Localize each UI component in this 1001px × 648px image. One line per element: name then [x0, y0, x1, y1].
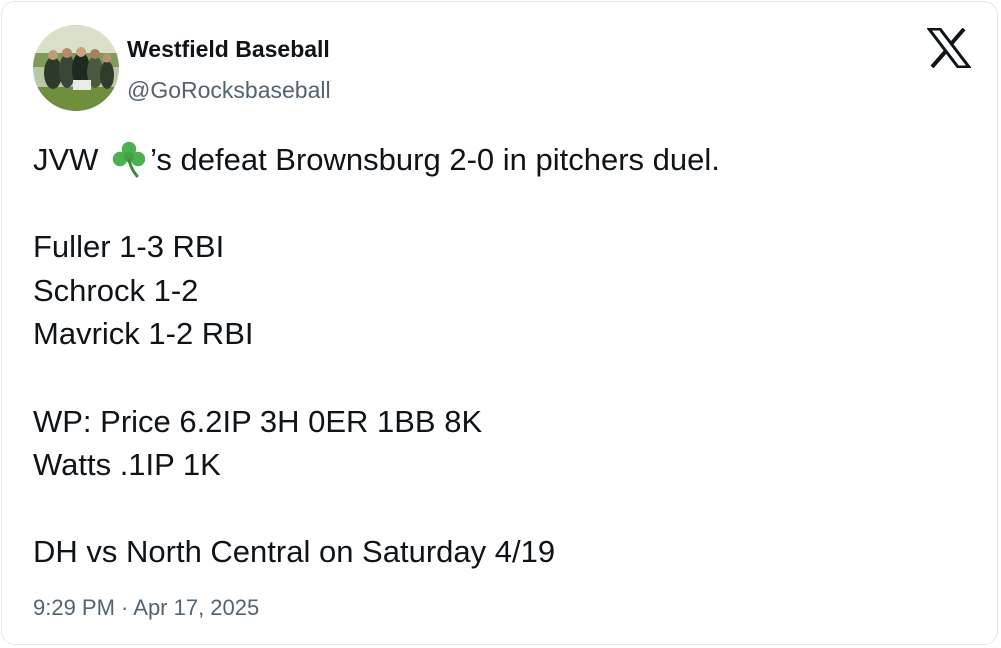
pitching-line-1: WP: Price 6.2IP 3H 0ER 1BB 8K	[33, 403, 483, 439]
next-game-line: DH vs North Central on Saturday 4/19	[33, 534, 556, 570]
pitching-line-2: Watts .1IP 1K	[33, 447, 221, 483]
headline-suffix: ’s defeat Brownsburg 2-0 in pitchers due…	[150, 142, 720, 177]
x-logo-icon[interactable]	[925, 27, 973, 69]
tweet-card: Westfield Baseball @GoRocksbaseball JVW …	[1, 1, 998, 645]
author-handle[interactable]: @GoRocksbaseball	[127, 76, 331, 104]
batting-line-1: Fuller 1-3 RBI	[33, 229, 225, 265]
batting-line-3: Mavrick 1-2 RBI	[33, 316, 254, 352]
team-photo-avatar	[33, 25, 119, 111]
tweet-timestamp[interactable]: 9:29 PM · Apr 17, 2025	[33, 594, 259, 622]
author-avatar[interactable]	[33, 25, 119, 111]
tweet-headline: JVW ’s defeat Brownsburg 2-0 in pitchers…	[33, 138, 973, 182]
author-display-name[interactable]: Westfield Baseball	[127, 35, 330, 63]
shamrock-icon	[109, 138, 149, 178]
tweet-text: JVW ’s defeat Brownsburg 2-0 in pitchers…	[33, 138, 973, 574]
batting-line-2: Schrock 1-2	[33, 272, 199, 308]
headline-prefix: JVW	[33, 142, 108, 177]
